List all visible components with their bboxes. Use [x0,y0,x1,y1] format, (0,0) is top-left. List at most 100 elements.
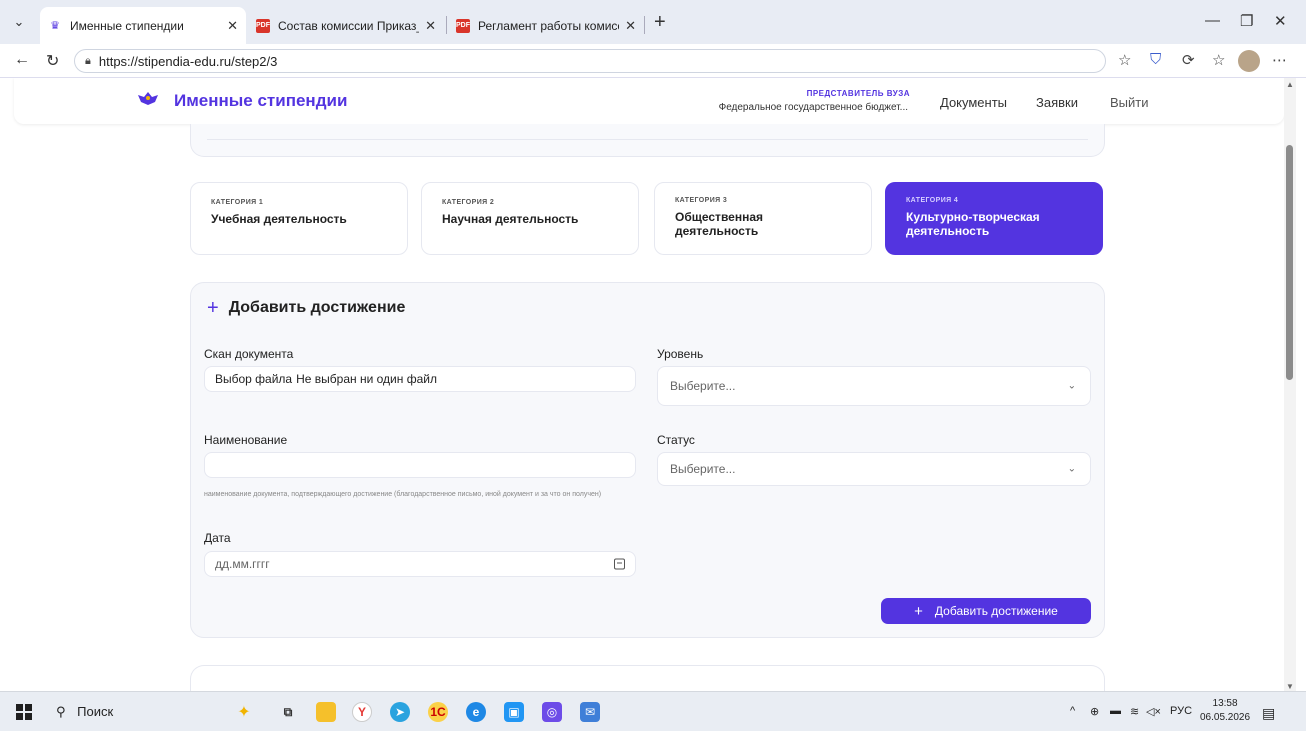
windows-taskbar: ⚲ Поиск ✦ ⧉ Y ➤ 1С e ▣ ◎ ✉ ^ ⊕ ▬ ≋ ◁× РУ… [0,691,1306,731]
yandex-browser-icon[interactable]: Y [352,702,372,722]
wifi-icon[interactable]: ≋ [1130,705,1139,718]
chevron-down-icon: ⌄ [1067,380,1076,392]
file-input[interactable]: Выбор файла Не выбран ни один файл [204,366,636,392]
category-tab-1[interactable]: КАТЕГОРИЯ 1 Учебная деятельность [190,182,408,255]
copilot-sparkle-icon[interactable]: ✦ [234,702,254,722]
edge-browser-icon[interactable]: e [466,702,486,722]
minimize-icon[interactable]: — [1205,12,1220,29]
divider [207,139,1088,140]
1c-app-icon[interactable]: 1С [428,702,448,722]
status-select[interactable]: Выберите... ⌄ [657,452,1091,486]
search-icon: ⚲ [56,704,66,719]
system-clock[interactable]: 13:58 06.05.2026 [1200,697,1250,725]
taskbar-search-label: Поиск [77,704,114,719]
previous-section-card [190,124,1105,157]
browser-tab-commission-order[interactable]: PDF Состав комиссии Приказ_№296_ ✕ [248,7,444,44]
volume-icon[interactable]: ◁× [1146,705,1161,718]
close-tab-icon[interactable]: ✕ [619,18,636,34]
lock-icon: 🔒︎ [85,54,91,67]
favorites-list-icon[interactable]: ☆ [1212,51,1225,69]
scroll-down-icon[interactable]: ▼ [1286,682,1294,691]
category-key: КАТЕГОРИЯ 4 [906,197,959,204]
pdf-icon: PDF [256,18,270,33]
name-hint: наименование документа, подтверждающего … [204,491,602,498]
category-label: Учебная деятельность [211,212,347,226]
clock-time: 13:58 [1212,698,1238,709]
tab-separator [644,16,645,34]
taskbar-search[interactable]: ⚲ Поиск [56,704,113,720]
status-placeholder: Выберите... [670,462,736,476]
category-key: КАТЕГОРИЯ 1 [211,199,264,206]
url-text: https://stipendia-edu.ru/step2/3 [98,53,278,69]
level-label: Уровень [657,347,704,361]
more-menu-icon[interactable]: ⋯ [1272,51,1287,69]
shield-extension-icon[interactable]: ⛉ [1150,51,1161,68]
organization-name: Федеральное государственное бюджет... [718,102,908,113]
site-logo-text[interactable]: Именные стипендии [174,91,347,111]
pdf-icon: PDF [456,18,470,33]
category-tab-3[interactable]: КАТЕГОРИЯ 3 Общественная деятельность [654,182,872,255]
outlook-icon[interactable]: ✉ [580,702,600,722]
browser-tab-scholarships[interactable]: ♛ Именные стипендии ✕ [40,7,246,44]
notifications-icon[interactable]: ▤ [1262,705,1275,722]
browser-tab-commission-rules[interactable]: PDF Регламент работы комиссии Ми ✕ [448,7,644,44]
category-key: КАТЕГОРИЯ 2 [442,199,495,206]
max-messenger-icon[interactable]: ◎ [542,702,562,722]
level-placeholder: Выберите... [670,379,736,393]
battery-icon[interactable]: ▬ [1110,705,1121,717]
close-tab-icon[interactable]: ✕ [419,18,436,34]
telegram-icon[interactable]: ➤ [390,702,410,722]
nav-applications-link[interactable]: Заявки [1036,95,1078,110]
category-tab-4[interactable]: КАТЕГОРИЯ 4 Культурно-творческая деятель… [885,182,1103,255]
page-viewport: Именные стипендии ПРЕДСТАВИТЕЛЬ ВУЗА Фед… [0,78,1296,691]
date-placeholder: дд.мм.гггг [215,557,270,571]
vpn-app-icon[interactable]: ▣ [504,702,524,722]
reload-icon[interactable]: ↻ [46,51,59,71]
extensions-icon[interactable]: ⟳ [1182,51,1195,69]
tab-list-chevron-icon[interactable]: ⌄ [6,9,32,35]
back-arrow-icon[interactable]: ← [14,51,30,69]
task-view-icon[interactable]: ⧉ [278,702,298,722]
favorite-star-icon[interactable]: ☆ [1118,51,1131,69]
name-label: Наименование [204,433,288,447]
category-tab-2[interactable]: КАТЕГОРИЯ 2 Научная деятельность [421,182,639,255]
date-label: Дата [204,531,231,545]
next-section-card [190,665,1105,691]
screen: ⌄ ♛ Именные стипендии ✕ PDF Состав комис… [0,0,1306,731]
add-achievement-button[interactable]: + Добавить достижение [881,598,1091,624]
status-label: Статус [657,433,695,447]
name-input[interactable] [204,452,636,478]
tab-title: Состав комиссии Приказ_№296_ [278,18,419,33]
new-tab-plus-icon[interactable]: + [654,12,666,32]
profile-avatar[interactable] [1238,50,1260,72]
form-title-text: Добавить достижение [228,299,406,316]
level-select[interactable]: Выберите... ⌄ [657,366,1091,406]
file-choose-button[interactable]: Выбор файла [215,372,292,386]
file-explorer-icon[interactable] [316,702,336,722]
url-bar[interactable]: 🔒︎ https://stipendia-edu.ru/step2/3 [74,49,1106,73]
date-input[interactable]: дд.мм.гггг [204,551,636,577]
site-header: Именные стипендии ПРЕДСТАВИТЕЛЬ ВУЗА Фед… [14,78,1284,124]
category-key: КАТЕГОРИЯ 3 [675,197,728,204]
tab-title: Именные стипендии [70,18,184,33]
browser-tab-bar: ⌄ ♛ Именные стипендии ✕ PDF Состав комис… [0,0,1306,44]
calendar-icon[interactable] [614,558,625,570]
windows-start-icon[interactable] [16,704,32,720]
restore-icon[interactable]: ❐ [1240,12,1253,30]
file-status-text: Не выбран ни один файл [296,372,437,386]
nav-logout-link[interactable]: Выйти [1110,95,1149,110]
category-label: Научная деятельность [442,212,579,226]
scroll-up-icon[interactable]: ▲ [1286,80,1294,89]
window-close-icon[interactable]: ✕ [1274,12,1287,30]
tray-app-icon[interactable]: ⊕ [1090,705,1099,718]
add-achievement-form: + Добавить достижение Скан документа Выб… [190,282,1105,638]
scan-label: Скан документа [204,347,294,361]
tray-expand-icon[interactable]: ^ [1070,705,1075,717]
close-tab-icon[interactable]: ✕ [221,18,238,34]
address-toolbar: ← ↻ 🔒︎ https://stipendia-edu.ru/step2/3 … [0,44,1306,78]
scholarship-logo-icon[interactable] [136,90,160,110]
scrollbar-thumb[interactable] [1286,145,1293,380]
nav-documents-link[interactable]: Документы [940,95,1007,110]
language-indicator[interactable]: РУС [1170,705,1192,717]
chevron-down-icon: ⌄ [1067,463,1076,475]
